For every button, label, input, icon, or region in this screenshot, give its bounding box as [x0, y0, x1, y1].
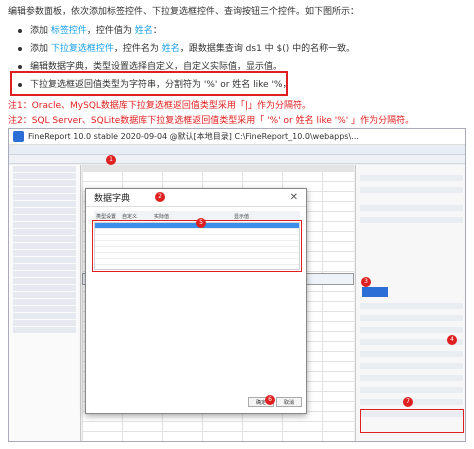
step-badge: 7	[403, 397, 413, 407]
tree-item[interactable]	[13, 236, 76, 242]
link-text[interactable]: 姓名	[135, 26, 153, 36]
note-2: 注2：SQL Server、SQLite数据库下拉复选框返回值类型采用「 '%'…	[8, 116, 415, 126]
property-row[interactable]	[360, 327, 463, 333]
tree-item[interactable]	[13, 313, 76, 319]
window-title: FineReport 10.0 stable 2020-09-04 @默认[本地…	[28, 132, 359, 141]
actual-value-header: 实际值	[154, 214, 170, 220]
step-badge: 1	[106, 155, 116, 165]
link-text[interactable]: 下拉复选框控件	[51, 44, 114, 54]
tree-item[interactable]	[13, 194, 76, 200]
app-logo-icon	[13, 131, 24, 142]
display-value-header: 显示值	[234, 214, 250, 220]
tree-item[interactable]	[13, 229, 76, 235]
menu-bar[interactable]	[9, 145, 465, 155]
highlight-box	[92, 220, 302, 272]
link-text[interactable]: 姓名	[162, 44, 180, 54]
cancel-button[interactable]: 取消	[276, 397, 302, 407]
tree-item[interactable]	[13, 292, 76, 298]
property-row[interactable]	[360, 303, 463, 309]
type-value[interactable]: 自定义	[122, 213, 137, 220]
step-badge: 3	[361, 277, 371, 287]
dialog-titlebar: 数据字典 ✕	[86, 189, 306, 207]
step-badge: 6	[265, 395, 275, 405]
property-row[interactable]	[360, 351, 463, 357]
type-label: 类型设置	[96, 214, 117, 220]
list-item: 添加 下拉复选框控件，控件名为 姓名，跟数据集查询 ds1 中 $() 中的名称…	[14, 40, 355, 58]
panel-tab-active[interactable]	[362, 287, 388, 297]
close-icon[interactable]: ✕	[290, 192, 298, 203]
tree-item[interactable]	[13, 243, 76, 249]
tree-item[interactable]	[13, 222, 76, 228]
toolbar[interactable]	[9, 155, 465, 164]
designer-screenshot: FineReport 10.0 stable 2020-09-04 @默认[本地…	[8, 128, 466, 442]
dialog-title: 数据字典	[94, 194, 131, 204]
tree-item[interactable]	[13, 320, 76, 326]
tree-item[interactable]	[13, 257, 76, 263]
step-badge: 2	[155, 192, 165, 202]
highlight-box	[10, 71, 288, 96]
intro-text: 编辑参数面板，依次添加标签控件、下拉复选框控件、查询按钮三个控件。如下图所示：	[8, 7, 360, 17]
property-row[interactable]	[360, 205, 463, 211]
tree-item[interactable]	[13, 264, 76, 270]
note-1: 注1：Oracle、MySQL数据库下拉复选框返回值类型采用「|」作为分隔符。	[8, 101, 311, 111]
list-item: 添加 标签控件，控件值为 姓名：	[14, 22, 355, 40]
property-row[interactable]	[360, 375, 463, 381]
tree-item[interactable]	[13, 278, 76, 284]
property-row[interactable]	[360, 187, 463, 193]
tree-item[interactable]	[13, 187, 76, 193]
tree-item[interactable]	[13, 173, 76, 179]
tree-item[interactable]	[13, 250, 76, 256]
tree-item[interactable]	[13, 285, 76, 291]
highlight-box	[360, 409, 464, 433]
tree-item[interactable]	[13, 327, 76, 333]
property-row[interactable]	[360, 217, 463, 223]
tree-item[interactable]	[13, 166, 76, 172]
link-text[interactable]: 标签控件	[51, 26, 87, 36]
tree-item[interactable]	[13, 215, 76, 221]
tree-item[interactable]	[13, 201, 76, 207]
step-badge: 4	[447, 335, 457, 345]
tree-item[interactable]	[13, 271, 76, 277]
tree-item[interactable]	[13, 299, 76, 305]
step-badge: 5	[196, 218, 206, 228]
template-tree-panel[interactable]	[9, 165, 81, 441]
property-row[interactable]	[360, 387, 463, 393]
property-row[interactable]	[360, 363, 463, 369]
window-titlebar: FineReport 10.0 stable 2020-09-04 @默认[本地…	[9, 129, 465, 145]
property-row[interactable]	[360, 315, 463, 321]
property-row[interactable]	[360, 175, 463, 181]
tree-item[interactable]	[13, 306, 76, 312]
tree-item[interactable]	[13, 180, 76, 186]
tree-item[interactable]	[13, 208, 76, 214]
